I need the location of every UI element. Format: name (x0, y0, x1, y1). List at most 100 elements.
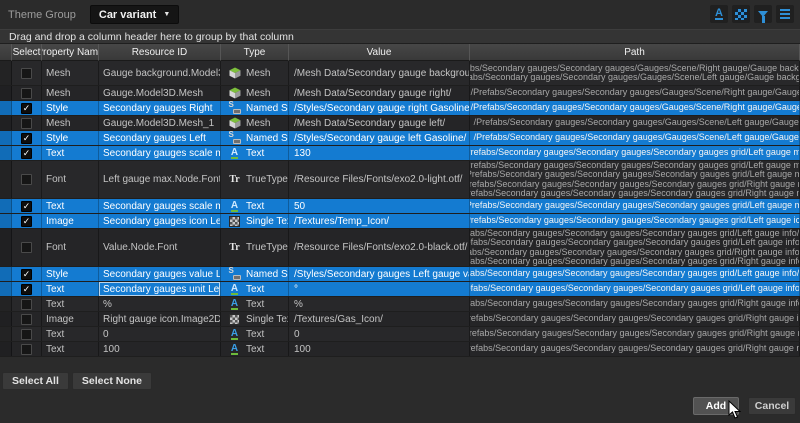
table-row[interactable]: Font Value.Node.Font Tr TrueType Font /R… (0, 229, 800, 267)
row-checkbox[interactable] (21, 148, 32, 159)
column-header-value[interactable]: Value (289, 44, 470, 61)
row-paths: /Prefabs/Secondary gauges/Secondary gaug… (470, 214, 800, 228)
row-checkbox[interactable] (21, 118, 32, 129)
type-cell: Single Texture (221, 312, 289, 326)
select-cell[interactable] (12, 199, 42, 213)
select-cell[interactable] (12, 86, 42, 100)
column-header-property-name[interactable]: Property Name (42, 44, 99, 61)
row-gutter (0, 116, 12, 130)
row-paths: /Prefabs/Secondary gauges/Secondary gaug… (470, 146, 800, 160)
select-cell[interactable] (12, 297, 42, 311)
text-filter-icon[interactable]: A (710, 5, 728, 23)
selection-buttons: Select All Select None (2, 372, 152, 390)
select-all-button[interactable]: Select All (2, 372, 69, 390)
texture-filter-icon[interactable] (732, 5, 750, 23)
select-cell[interactable] (12, 116, 42, 130)
select-cell[interactable] (12, 146, 42, 160)
row-checkbox[interactable] (21, 314, 32, 325)
row-checkbox[interactable] (21, 88, 32, 99)
row-property-name: Style (42, 131, 99, 145)
toolbar: A (710, 5, 794, 23)
path-line: /Prefabs/Secondary gauges/Secondary gaug… (470, 299, 800, 309)
row-checkbox[interactable] (21, 284, 32, 295)
column-header-type[interactable]: Type (221, 44, 289, 61)
select-cell[interactable] (12, 282, 42, 296)
row-paths: /Prefabs/Secondary gauges/Secondary gaug… (470, 161, 800, 198)
select-none-button[interactable]: Select None (72, 372, 152, 390)
table-row[interactable]: Mesh Gauge.Model3D.Mesh_1 Mesh /Mesh Dat… (0, 116, 800, 131)
row-checkbox[interactable] (21, 269, 32, 280)
row-paths: /Prefabs/Secondary gauges/Secondary gaug… (470, 342, 800, 356)
table-row[interactable]: Image Right gauge icon.Image2D.Image Sin… (0, 312, 800, 327)
select-cell[interactable] (12, 229, 42, 266)
column-header-resource-id[interactable]: Resource ID (99, 44, 221, 61)
table-row[interactable]: Mesh Gauge.Model3D.Mesh Mesh /Mesh Data/… (0, 86, 800, 101)
table-row[interactable]: Style Secondary gauges Right S Named Sty… (0, 101, 800, 116)
table-row[interactable]: Mesh Gauge background.Model3D.Mesh Mesh … (0, 61, 800, 86)
row-checkbox[interactable] (21, 103, 32, 114)
type-cell: A Text (221, 327, 289, 341)
row-checkbox[interactable] (21, 201, 32, 212)
table-row[interactable]: Style Secondary gauges value Left S Name… (0, 267, 800, 282)
type-label: Named Style (246, 103, 289, 114)
type-label: Text (246, 284, 264, 295)
row-property-name: Font (42, 229, 99, 266)
select-cell[interactable] (12, 327, 42, 341)
column-header-path[interactable]: Path (470, 44, 800, 61)
table-row[interactable]: Image Secondary gauges icon Left Single … (0, 214, 800, 229)
row-resource-id: Gauge.Model3D.Mesh_1 (99, 116, 221, 130)
table-row[interactable]: Text Secondary gauges scale min Left A T… (0, 199, 800, 214)
table-row[interactable]: Text 100 A Text 100 /Prefabs/Secondary g… (0, 342, 800, 357)
filter-icon[interactable] (754, 5, 772, 23)
row-checkbox[interactable] (21, 133, 32, 144)
type-cell: A Text (221, 342, 289, 356)
group-drop-zone[interactable]: Drag and drop a column header here to gr… (0, 29, 800, 44)
theme-variant-dropdown[interactable]: Car variant ▼ (90, 5, 179, 24)
type-cell: Mesh (221, 86, 289, 100)
table-row[interactable]: Text Secondary gauges scale max Left A T… (0, 146, 800, 161)
select-cell[interactable] (12, 342, 42, 356)
row-resource-id: % (99, 297, 221, 311)
type-label: Text (246, 201, 264, 212)
path-line: /Prefabs/Secondary gauges/Secondary gaug… (470, 148, 800, 158)
table-row[interactable]: Text 0 A Text 0 /Prefabs/Secondary gauge… (0, 327, 800, 342)
table-row[interactable]: Font Left gauge max.Node.Font Tr TrueTyp… (0, 161, 800, 199)
row-resource-id: Secondary gauges Right (99, 101, 221, 115)
type-cell: S Named Style (221, 101, 289, 115)
column-header-select[interactable]: Select (12, 44, 42, 61)
font-type-icon: Tr (228, 174, 241, 186)
row-gutter (0, 342, 12, 356)
row-paths: /Prefabs/Secondary gauges/Secondary gaug… (470, 116, 800, 130)
row-checkbox[interactable] (21, 216, 32, 227)
row-checkbox[interactable] (21, 299, 32, 310)
chevron-down-icon: ▼ (163, 11, 170, 18)
row-property-name: Image (42, 312, 99, 326)
row-paths: /Prefabs/Secondary gauges/Secondary gaug… (470, 282, 800, 296)
list-view-icon[interactable] (776, 5, 794, 23)
select-cell[interactable] (12, 267, 42, 281)
row-checkbox[interactable] (21, 344, 32, 355)
row-value: 0 (289, 327, 470, 341)
select-cell[interactable] (12, 61, 42, 85)
select-cell[interactable] (12, 131, 42, 145)
theme-group-label: Theme Group (8, 9, 76, 21)
row-checkbox[interactable] (21, 174, 32, 185)
mesh-type-icon (228, 67, 241, 79)
select-cell[interactable] (12, 161, 42, 198)
row-value: /Resource Files/Fonts/exo2.0-light.otf/ (289, 161, 470, 198)
table-row[interactable]: Text % A Text % /Prefabs/Secondary gauge… (0, 297, 800, 312)
table-row[interactable]: Text Secondary gauges unit Left A Text °… (0, 282, 800, 297)
add-button[interactable]: Add (693, 397, 739, 415)
select-cell[interactable] (12, 214, 42, 228)
cancel-button[interactable]: Cancel (748, 397, 796, 415)
row-checkbox[interactable] (21, 68, 32, 79)
row-checkbox[interactable] (21, 329, 32, 340)
type-label: Mesh (246, 68, 270, 79)
table-row[interactable]: Style Secondary gauges Left S Named Styl… (0, 131, 800, 146)
row-value: /Mesh Data/Secondary gauge right/ (289, 86, 470, 100)
row-checkbox[interactable] (21, 242, 32, 253)
select-cell[interactable] (12, 312, 42, 326)
select-cell[interactable] (12, 101, 42, 115)
row-gutter (0, 267, 12, 281)
row-paths: /Prefabs/Secondary gauges/Secondary gaug… (470, 199, 800, 213)
